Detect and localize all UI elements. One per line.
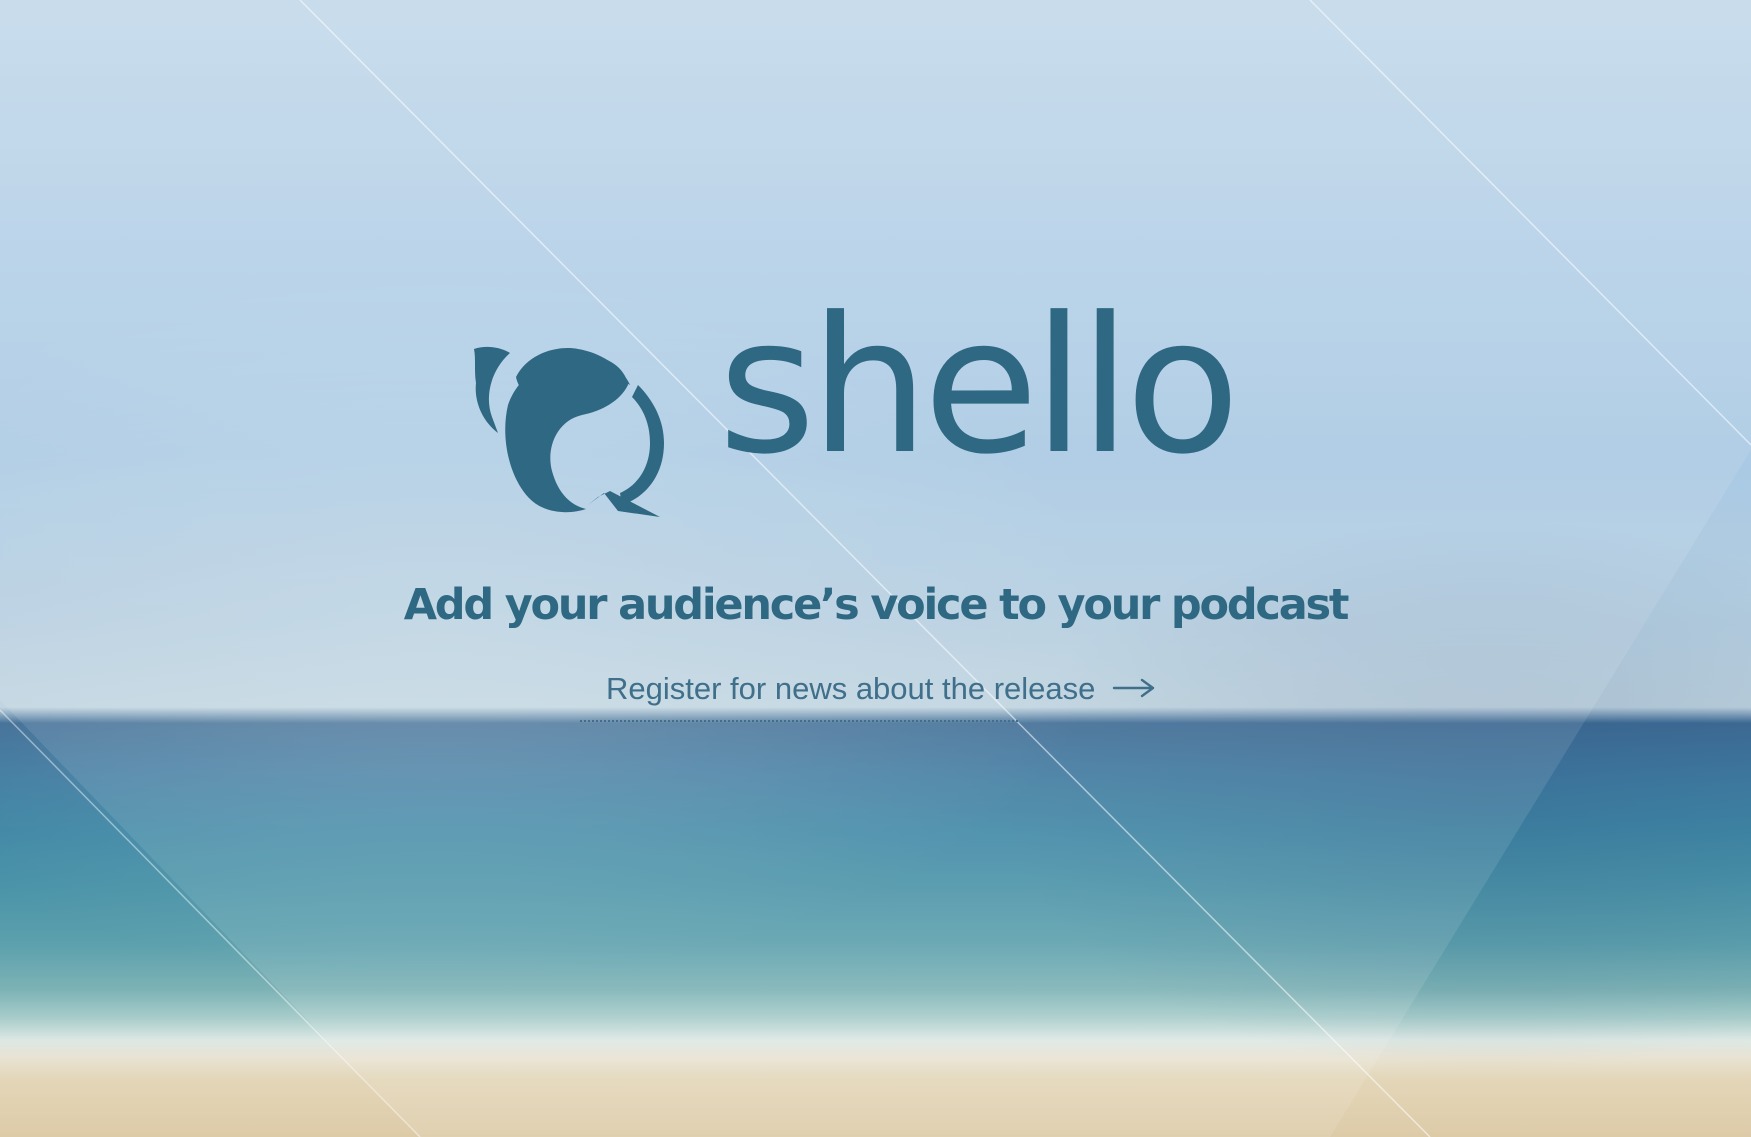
register-link-underline (580, 720, 1018, 722)
shello-logo: shello (470, 293, 1240, 525)
arrow-right-icon (1112, 678, 1155, 698)
speech-shell-icon (474, 346, 664, 517)
register-news-link[interactable]: Register for news about the release (580, 662, 1170, 724)
hero-tagline: Add your audience’s voice to your podcas… (403, 580, 1350, 630)
logo-wordmark: shello (718, 277, 1240, 496)
register-link-label: Register for news about the release (606, 671, 1096, 706)
hero-section: shello Add your audience’s voice to your… (0, 0, 1751, 1137)
